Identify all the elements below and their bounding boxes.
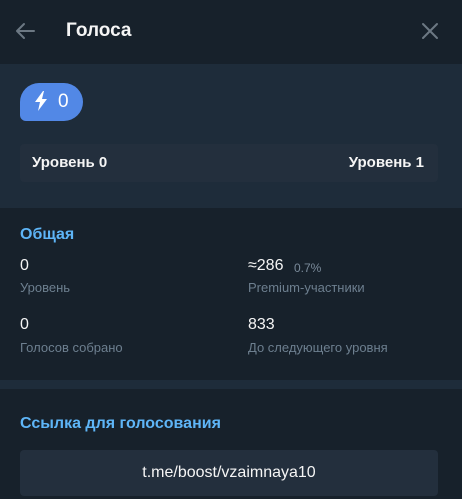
boost-link-field[interactable]: t.me/boost/vzaimnaya10 bbox=[20, 450, 438, 496]
boost-count: 0 bbox=[58, 91, 69, 112]
boosts-collected-value: 0 bbox=[20, 316, 29, 333]
next-level-label: Уровень 1 bbox=[348, 154, 424, 171]
boost-count-badge: 0 bbox=[20, 83, 83, 121]
premium-members-label: Premium-участники bbox=[248, 280, 365, 295]
arrow-left-icon bbox=[16, 23, 35, 39]
lightning-bolt-icon bbox=[35, 91, 47, 111]
overview-title: Общая bbox=[20, 226, 75, 243]
back-button[interactable] bbox=[10, 16, 40, 46]
level-value: 0 bbox=[20, 257, 29, 274]
level-progress-bar: Уровень 0 Уровень 1 bbox=[20, 144, 438, 182]
level-label: Уровень bbox=[20, 280, 71, 295]
current-level-label: Уровень 0 bbox=[32, 154, 108, 171]
close-icon bbox=[422, 23, 438, 39]
premium-members-percent: 0.7% bbox=[294, 261, 322, 275]
header: Голоса bbox=[0, 0, 462, 64]
boosts-collected-label: Голосов собрано bbox=[20, 340, 123, 355]
boost-link-url: t.me/boost/vzaimnaya10 bbox=[142, 464, 316, 481]
overview-section: Общая 0 Уровень ≈286 0.7% Premium-участн… bbox=[0, 208, 462, 380]
premium-members-value: ≈286 bbox=[248, 257, 284, 274]
boost-link-section: Ссылка для голосования t.me/boost/vzaimn… bbox=[0, 389, 462, 499]
to-next-level-value: 833 bbox=[248, 316, 275, 333]
close-button[interactable] bbox=[416, 17, 444, 45]
section-divider bbox=[0, 380, 462, 389]
boost-link-title: Ссылка для голосования bbox=[20, 415, 221, 432]
page-title: Голоса bbox=[66, 20, 132, 41]
to-next-level-label: До следующего уровня bbox=[248, 340, 388, 355]
boost-section: 0 Уровень 0 Уровень 1 bbox=[0, 64, 462, 208]
